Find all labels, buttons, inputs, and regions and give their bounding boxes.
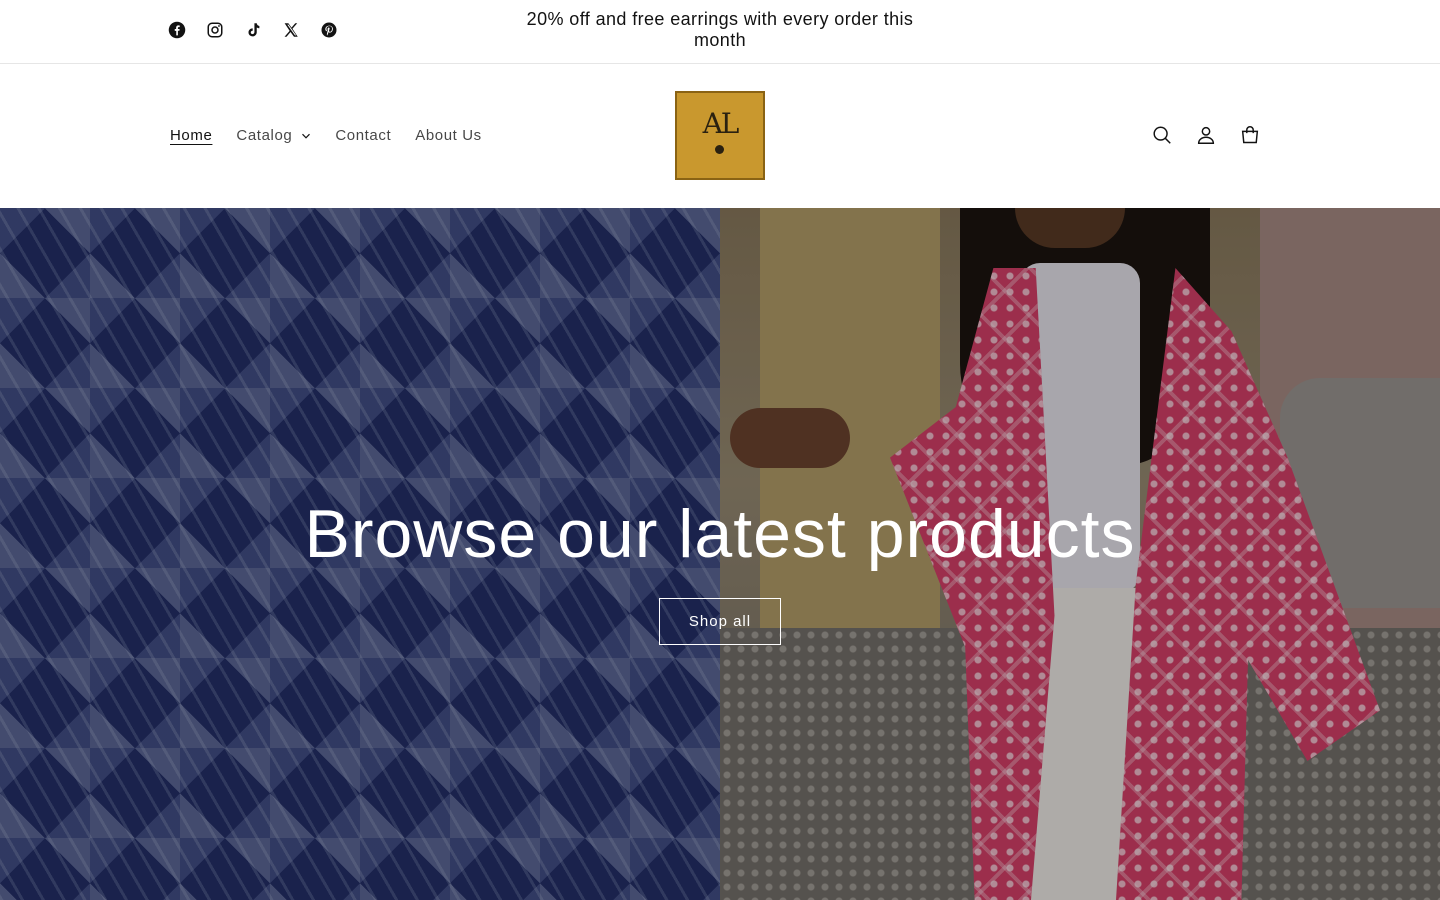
pinterest-icon[interactable] (318, 19, 340, 41)
hero-title: Browse our latest products (304, 496, 1136, 572)
announcement-bar: 20% off and free earrings with every ord… (0, 0, 1440, 64)
logo-dot (715, 145, 724, 154)
x-icon[interactable] (280, 19, 302, 41)
nav-item-home[interactable]: Home (170, 126, 212, 146)
nav-item-catalog-label: Catalog (236, 127, 293, 144)
announcement-text: 20% off and free earrings with every ord… (526, 9, 914, 50)
main-nav: Home Catalog Contact About Us (170, 126, 506, 146)
shop-all-button[interactable]: Shop all (659, 598, 781, 645)
hero-content: Browse our latest products Shop all (0, 496, 1440, 645)
tiktok-icon[interactable] (242, 19, 264, 41)
store-logo[interactable]: AL (675, 91, 765, 180)
header-icons (1150, 123, 1262, 147)
cart-icon[interactable] (1238, 123, 1262, 147)
search-icon[interactable] (1150, 123, 1174, 147)
logo-image: AL (677, 93, 763, 178)
site-header: Home Catalog Contact About Us AL (0, 64, 1440, 208)
nav-item-catalog[interactable]: Catalog (236, 126, 311, 146)
nav-item-contact[interactable]: Contact (335, 126, 391, 146)
nav-item-about[interactable]: About Us (415, 126, 482, 146)
hero-banner: Browse our latest products Shop all (0, 208, 1440, 900)
logo-mark: AL (702, 107, 740, 140)
social-links (166, 19, 340, 41)
account-icon[interactable] (1194, 123, 1218, 147)
chevron-down-icon (301, 131, 311, 141)
facebook-icon[interactable] (166, 19, 188, 41)
instagram-icon[interactable] (204, 19, 226, 41)
